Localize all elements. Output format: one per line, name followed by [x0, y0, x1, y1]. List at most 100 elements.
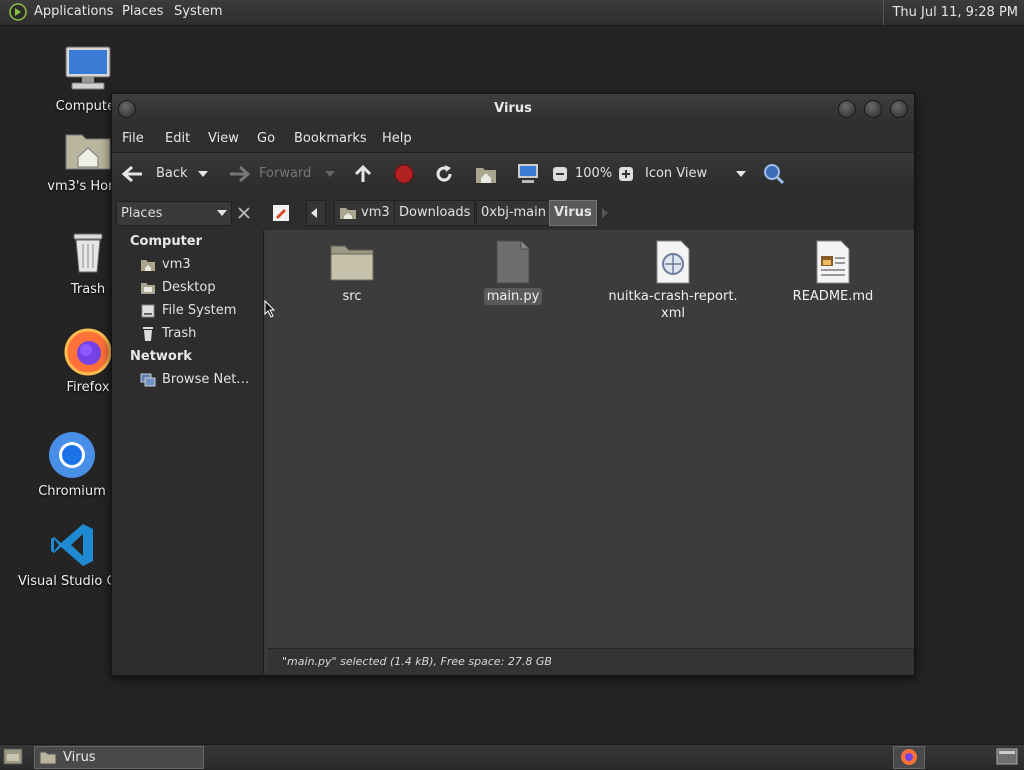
- sidebar-item-vm3[interactable]: vm3: [162, 257, 191, 272]
- file-item-main-py[interactable]: main.py: [443, 240, 583, 305]
- folder-icon: [39, 751, 57, 765]
- location-bar: Places vm3 Downloads 0xbj-main Virus: [112, 196, 914, 230]
- applications-menu[interactable]: Applications: [34, 4, 113, 19]
- menu-view[interactable]: View: [208, 131, 239, 146]
- sidebar-heading-computer: Computer: [130, 234, 203, 249]
- chevron-right-icon[interactable]: [601, 208, 609, 218]
- toolbar: Back Forward 100% Icon View: [112, 152, 914, 198]
- reload-icon[interactable]: [434, 164, 454, 184]
- file-item-readme[interactable]: README.md: [763, 240, 903, 305]
- breadcrumb-label: 0xbj-main: [481, 205, 546, 220]
- top-panel: Applications Places System Thu Jul 11, 9…: [0, 0, 1024, 26]
- zoom-in-icon[interactable]: [618, 166, 634, 182]
- breadcrumb-label: vm3: [361, 205, 390, 220]
- close-button[interactable]: [890, 100, 908, 118]
- chevron-down-icon: [217, 210, 227, 216]
- forward-arrow-icon: [230, 165, 250, 183]
- menu-edit[interactable]: Edit: [165, 131, 190, 146]
- status-text: "main.py" selected (1.4 kB), Free space:…: [282, 655, 552, 668]
- trash-icon: [143, 327, 153, 341]
- chevron-down-icon[interactable]: [736, 171, 746, 179]
- stop-icon[interactable]: [394, 164, 414, 184]
- taskbar-window-label: Virus: [63, 750, 96, 765]
- sidebar-item-file-system[interactable]: File System: [162, 303, 236, 318]
- back-arrow-icon[interactable]: [122, 165, 144, 183]
- workspace-switcher-icon[interactable]: [996, 748, 1018, 765]
- menu-go[interactable]: Go: [257, 131, 275, 146]
- maximize-button[interactable]: [864, 100, 882, 118]
- vscode-icon: [51, 524, 93, 566]
- sidebar-places-select[interactable]: Places: [116, 201, 232, 226]
- desktop-icon-vscode[interactable]: Visual Studio Code: [18, 520, 111, 589]
- window-titlebar[interactable]: Virus: [112, 94, 914, 124]
- sidebar-item-trash[interactable]: Trash: [162, 326, 196, 341]
- clock[interactable]: Thu Jul 11, 9:28 PM: [883, 0, 1024, 25]
- menu-file[interactable]: File: [122, 131, 144, 146]
- desktop-folder-icon: [141, 283, 155, 294]
- breadcrumb-left-arrow[interactable]: [306, 200, 326, 226]
- markdown-file-icon: [816, 240, 850, 284]
- mouse-cursor-icon: [264, 300, 276, 318]
- edit-location-icon[interactable]: [272, 204, 290, 222]
- file-name: README.md: [792, 289, 874, 304]
- sidebar-places: Computer vm3 Desktop File System Trash N…: [112, 230, 264, 674]
- menubar: File Edit View Go Bookmarks Help: [112, 124, 914, 152]
- file-item-src[interactable]: src: [282, 240, 422, 305]
- breadcrumb-label: Virus: [554, 205, 592, 220]
- file-icon-view[interactable]: src main.py nuitka-crash-report. xml REA…: [268, 230, 914, 648]
- up-arrow-icon[interactable]: [353, 164, 373, 184]
- breadcrumb-0xbj-main[interactable]: 0xbj-main: [476, 200, 551, 226]
- file-manager-window: Virus File Edit View Go Bookmarks Help B…: [111, 93, 915, 676]
- minimize-button[interactable]: [838, 100, 856, 118]
- sidebar-heading-network: Network: [130, 349, 192, 364]
- places-menu[interactable]: Places: [122, 4, 163, 19]
- chevron-down-icon: [325, 171, 335, 177]
- file-item-nuitka-crash-report[interactable]: nuitka-crash-report. xml: [603, 240, 743, 322]
- drive-icon: [141, 304, 155, 318]
- chevron-down-icon[interactable]: [198, 171, 208, 179]
- places-select-label: Places: [121, 206, 163, 221]
- breadcrumb-downloads[interactable]: Downloads: [394, 200, 476, 226]
- chromium-icon: [49, 432, 95, 478]
- xml-file-icon: [656, 240, 690, 284]
- menu-help[interactable]: Help: [382, 131, 412, 146]
- firefox-icon: [901, 749, 917, 765]
- chevron-left-icon: [311, 208, 317, 218]
- file-name: src: [342, 289, 362, 304]
- home-folder-icon: [65, 134, 111, 170]
- taskbar-window-virus[interactable]: Virus: [34, 746, 204, 769]
- show-desktop-icon[interactable]: [3, 748, 23, 765]
- home-icon[interactable]: [475, 164, 497, 184]
- file-name: main.py: [483, 288, 543, 305]
- window-title: Virus: [494, 101, 532, 116]
- file-name: nuitka-crash-report. xml: [608, 289, 738, 321]
- home-folder-icon: [340, 208, 356, 219]
- network-icon: [140, 373, 156, 387]
- zoom-level[interactable]: 100%: [575, 166, 612, 181]
- python-file-icon: [496, 240, 530, 284]
- desktop-icon-label: Visual Studio Code: [18, 574, 111, 589]
- tray-firefox[interactable]: [893, 746, 925, 769]
- computer-icon[interactable]: [516, 163, 540, 185]
- system-menu[interactable]: System: [174, 4, 222, 19]
- menu-bookmarks[interactable]: Bookmarks: [294, 131, 367, 146]
- trash-icon: [73, 233, 103, 273]
- breadcrumb-virus[interactable]: Virus: [549, 200, 597, 226]
- folder-icon: [330, 245, 374, 281]
- computer-icon: [65, 46, 111, 90]
- zoom-out-icon[interactable]: [552, 166, 568, 182]
- distro-logo-icon[interactable]: [8, 3, 28, 21]
- close-sidebar-icon[interactable]: [238, 207, 250, 219]
- breadcrumb-vm3[interactable]: vm3: [334, 200, 395, 226]
- bottom-panel: Virus: [0, 744, 1024, 769]
- back-button[interactable]: Back: [156, 166, 188, 181]
- sidebar-item-desktop[interactable]: Desktop: [162, 280, 216, 295]
- view-mode-select[interactable]: Icon View: [645, 166, 707, 181]
- forward-button[interactable]: Forward: [259, 166, 311, 181]
- home-folder-icon: [141, 260, 155, 271]
- sidebar-item-browse-network[interactable]: Browse Net…: [162, 372, 249, 387]
- search-icon[interactable]: [763, 163, 785, 185]
- status-bar: "main.py" selected (1.4 kB), Free space:…: [268, 648, 914, 675]
- breadcrumb-label: Downloads: [399, 205, 471, 220]
- firefox-icon: [64, 328, 112, 376]
